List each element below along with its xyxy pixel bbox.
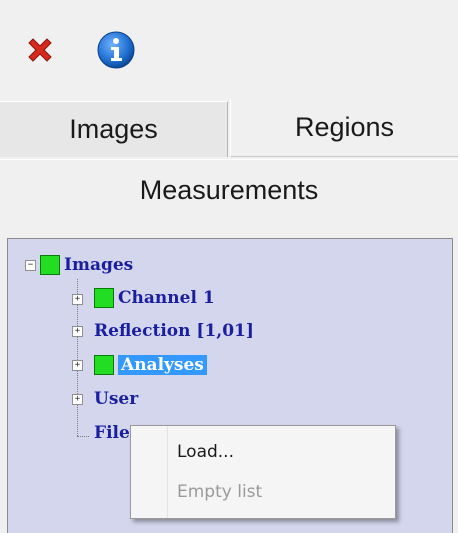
tree-node-label: File — [94, 423, 130, 443]
tree-node-reflection[interactable]: Reflection [1,01] — [94, 318, 254, 344]
expand-icon[interactable]: + — [72, 360, 83, 371]
context-menu: Load... Empty list — [130, 425, 396, 519]
tab-strip: Images Regions Measurements — [0, 97, 458, 233]
menu-item-empty-list: Empty list — [177, 482, 263, 502]
tree-node-label: Reflection [1,01] — [94, 321, 254, 341]
menu-item-load[interactable]: Load... — [177, 442, 234, 462]
menu-gutter-divider — [167, 426, 168, 518]
toolbar — [0, 0, 458, 95]
tab-images[interactable]: Images — [0, 101, 228, 157]
tree-connector — [77, 436, 89, 437]
collapse-icon[interactable]: − — [25, 260, 36, 271]
info-button[interactable] — [94, 28, 138, 72]
tree-node-analyses[interactable]: Analyses — [94, 352, 207, 378]
green-swatch-icon — [40, 255, 60, 275]
tree-node-images[interactable]: Images — [40, 252, 133, 278]
tree-node-channel-1[interactable]: Channel 1 — [94, 285, 215, 311]
info-icon — [97, 31, 135, 69]
expand-icon[interactable]: + — [72, 326, 83, 337]
tab-regions[interactable]: Regions — [230, 99, 458, 157]
close-button[interactable] — [18, 28, 62, 72]
expand-icon[interactable]: + — [72, 294, 83, 305]
tab-measurements[interactable]: Measurements — [0, 159, 458, 221]
tree-node-label: Analyses — [118, 355, 207, 375]
tree-node-label: User — [94, 389, 139, 409]
green-swatch-icon — [94, 288, 114, 308]
tree-node-label: Images — [64, 255, 134, 275]
tree-node-label: Channel 1 — [118, 288, 215, 308]
tree-node-user[interactable]: User — [94, 386, 138, 412]
green-swatch-icon — [94, 355, 114, 375]
expand-icon[interactable]: + — [72, 394, 83, 405]
tree-node-file[interactable]: File — [94, 420, 130, 446]
red-x-icon — [28, 38, 52, 62]
